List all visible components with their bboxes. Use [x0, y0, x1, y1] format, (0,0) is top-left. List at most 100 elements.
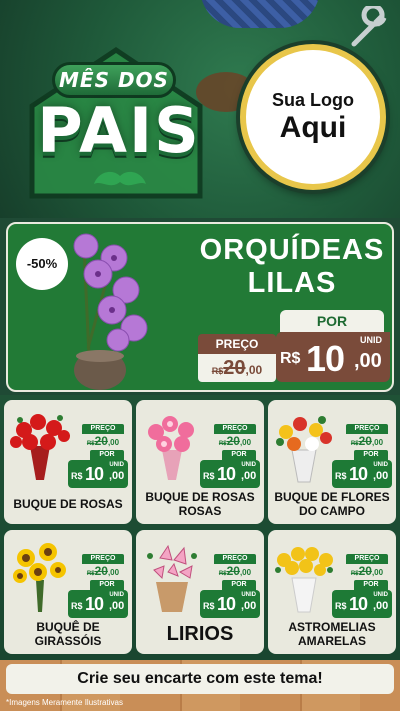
create-flyer-button[interactable]: Crie seu encarte com este tema! — [6, 664, 394, 694]
necktie-decoration — [200, 0, 320, 28]
unit-label: UNID — [241, 462, 256, 468]
product-name: BUQUE DE FLORES DO CAMPO — [274, 490, 390, 518]
new-price: UNID R$ 10 ,00 — [68, 460, 128, 488]
product-card[interactable]: PREÇO R$20,00 POR UNID R$ 10,00 ASTROMELIA… — [268, 530, 396, 654]
new-price-currency: R$ — [71, 471, 83, 481]
logo-placeholder: Sua Logo Aqui — [240, 44, 386, 190]
old-price-dec: ,00 — [245, 363, 263, 377]
por-label: POR — [280, 310, 384, 332]
header-banner: MÊS DOS PAIS Sua Logo Aqui — [0, 0, 400, 218]
product-image-flores-campo — [276, 416, 332, 483]
old-price: R$20,00 — [210, 434, 260, 448]
old-price-int: 20 — [226, 434, 240, 448]
new-price-dec: ,00 — [373, 600, 389, 612]
por-label: POR — [354, 580, 388, 590]
product-card[interactable]: PREÇO R$20,00 POR UNID R$ 10,00 BUQUE DE F… — [268, 400, 396, 524]
por-label: POR — [90, 450, 124, 460]
feature-product-name: ORQUÍDEAS LILAS — [199, 234, 385, 299]
new-price-dec: ,00 — [241, 600, 257, 612]
old-price: R$20,00 — [78, 564, 128, 578]
product-card[interactable]: PREÇO R$20,00 POR UNID R$ 10,00 LIRIOS — [136, 530, 264, 654]
logo-line-2: Aqui — [279, 111, 347, 144]
preco-label: PREÇO — [346, 554, 388, 564]
new-price: UNID R$ 10 ,00 — [200, 590, 260, 618]
new-price-currency: R$ — [203, 601, 215, 611]
old-price-currency: R$ — [86, 441, 95, 447]
new-price-dec: ,00 — [241, 470, 257, 482]
old-price-currency: R$ — [211, 366, 224, 376]
discount-badge: -50% — [16, 238, 68, 290]
unit-label: UNID — [373, 462, 388, 468]
old-price-currency: R$ — [218, 441, 227, 447]
new-price-dec: ,00 — [109, 470, 125, 482]
old-price-currency: R$ — [350, 441, 359, 447]
preco-label: PREÇO — [214, 554, 256, 564]
new-price-int: 10 — [349, 594, 368, 614]
new-price-int: 10 — [85, 594, 104, 614]
product-name: BUQUE DE ROSAS ROSAS — [145, 490, 255, 518]
unit-label: UNID — [109, 592, 124, 598]
product-name: ASTROMELIAS AMARELAS — [288, 620, 376, 648]
old-price-currency: R$ — [86, 571, 95, 577]
unit-label: UNID — [360, 335, 382, 345]
product-image-rosas-rosas — [148, 416, 194, 480]
new-price-currency: R$ — [71, 601, 83, 611]
wrench-icon — [351, 6, 387, 47]
por-label: POR — [354, 450, 388, 460]
disclaimer-text: *Imagens Meramente Ilustrativas — [6, 698, 123, 707]
new-price: UNID R$ 10 ,00 — [68, 590, 128, 618]
unit-label: UNID — [241, 592, 256, 598]
por-label: POR — [222, 580, 256, 590]
preco-label: PREÇO — [346, 424, 388, 434]
old-price-currency: R$ — [218, 571, 227, 577]
new-price-dec: ,00 — [109, 600, 125, 612]
new-price-int: 10 — [217, 464, 236, 484]
new-price-currency: R$ — [335, 601, 347, 611]
old-price-int: 20 — [358, 434, 372, 448]
new-price: UNID R$ 10 ,00 — [276, 332, 390, 382]
new-price-dec: ,00 — [373, 470, 389, 482]
product-image-rosas — [10, 414, 70, 480]
old-price-dec: ,00 — [371, 568, 384, 577]
old-price-currency: R$ — [350, 571, 359, 577]
old-price-dec: ,00 — [239, 438, 252, 447]
preco-label: PREÇO — [82, 424, 124, 434]
product-image-lirios — [147, 544, 197, 612]
old-price-dec: ,00 — [107, 568, 120, 577]
product-card[interactable]: PREÇO R$20,00 POR UNID R$ 10,00 BUQUE DE R… — [136, 400, 264, 524]
preco-label: PREÇO — [214, 424, 256, 434]
old-price: R$20,00 — [342, 434, 392, 448]
por-label: POR — [90, 580, 124, 590]
por-label: POR — [222, 450, 256, 460]
product-image-astromelias — [275, 547, 333, 613]
new-price: UNID R$ 10 ,00 — [332, 590, 392, 618]
feature-offer-card[interactable]: -50% ORQUÍDEAS LILAS POR PREÇO R$20,00 U… — [6, 222, 394, 392]
old-price-int: 20 — [226, 564, 240, 578]
product-name: BUQUÊ DE GIRASSÓIS — [34, 620, 102, 648]
new-price-currency: R$ — [203, 471, 215, 481]
old-price-int: 20 — [94, 434, 108, 448]
new-price-currency: R$ — [335, 471, 347, 481]
new-price-dec: ,00 — [354, 350, 382, 372]
old-price: R$20,00 — [342, 564, 392, 578]
product-image-girassois — [13, 543, 66, 612]
title-big: PAIS — [37, 94, 201, 167]
product-card[interactable]: PREÇO R$20,00 POR UNID R$ 10,00 BUQUE DE R… — [4, 400, 132, 524]
product-name: BUQUE DE ROSAS — [13, 497, 123, 511]
new-price-int: 10 — [306, 338, 345, 379]
unit-label: UNID — [109, 462, 124, 468]
new-price-int: 10 — [349, 464, 368, 484]
preco-label: PREÇO — [82, 554, 124, 564]
new-price-int: 10 — [85, 464, 104, 484]
old-price: R$20,00 — [198, 354, 276, 382]
logo-line-1: Sua Logo — [272, 90, 354, 110]
product-card[interactable]: PREÇO R$20,00 POR UNID R$ 10,00 BUQUÊ DE G… — [4, 530, 132, 654]
old-price: R$20,00 — [210, 564, 260, 578]
new-price-int: 10 — [217, 594, 236, 614]
old-price-dec: ,00 — [239, 568, 252, 577]
product-name: LIRIOS — [166, 623, 234, 645]
old-price-int: 20 — [358, 564, 372, 578]
new-price: UNID R$ 10 ,00 — [200, 460, 260, 488]
mustache-icon — [94, 171, 146, 186]
preco-label: PREÇO — [198, 334, 276, 354]
